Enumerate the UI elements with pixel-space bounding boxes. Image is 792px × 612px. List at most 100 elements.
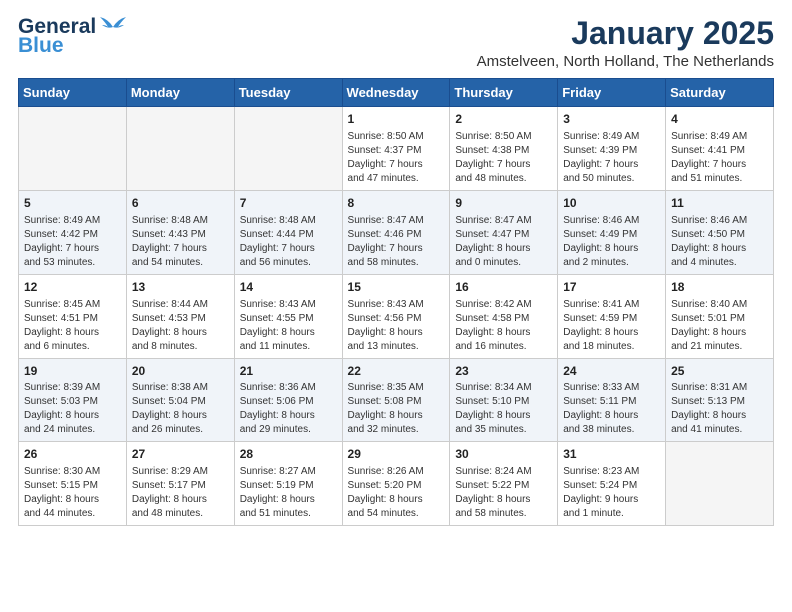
day-number: 14 xyxy=(240,279,337,296)
day-number: 8 xyxy=(348,195,445,212)
day-info: Sunrise: 8:24 AM Sunset: 5:22 PM Dayligh… xyxy=(455,465,552,521)
day-info: Sunrise: 8:43 AM Sunset: 4:55 PM Dayligh… xyxy=(240,298,337,354)
day-number: 11 xyxy=(671,195,768,212)
day-info: Sunrise: 8:49 AM Sunset: 4:42 PM Dayligh… xyxy=(24,214,121,270)
day-number: 27 xyxy=(132,446,229,463)
col-saturday: Saturday xyxy=(666,79,774,107)
col-sunday: Sunday xyxy=(19,79,127,107)
day-info: Sunrise: 8:31 AM Sunset: 5:13 PM Dayligh… xyxy=(671,381,768,437)
calendar-week-row: 1 Sunrise: 8:50 AM Sunset: 4:37 PM Daylig… xyxy=(19,107,774,191)
day-info: Sunrise: 8:29 AM Sunset: 5:17 PM Dayligh… xyxy=(132,465,229,521)
day-number: 13 xyxy=(132,279,229,296)
day-number: 20 xyxy=(132,363,229,380)
day-number: 19 xyxy=(24,363,121,380)
day-info: Sunrise: 8:39 AM Sunset: 5:03 PM Dayligh… xyxy=(24,381,121,437)
table-row: 14 Sunrise: 8:43 AM Sunset: 4:55 PM Dayli… xyxy=(234,274,342,358)
calendar-table: Sunday Monday Tuesday Wednesday Thursday… xyxy=(18,78,774,526)
day-number: 4 xyxy=(671,111,768,128)
main-title: January 2025 xyxy=(477,16,774,51)
table-row: 22Sunrise: 8:35 AM Sunset: 5:08 PM Dayli… xyxy=(342,358,450,442)
day-number: 10 xyxy=(563,195,660,212)
table-row xyxy=(234,107,342,191)
day-number: 16 xyxy=(455,279,552,296)
day-info: Sunrise: 8:49 AM Sunset: 4:41 PM Dayligh… xyxy=(671,130,768,186)
table-row: 12 Sunrise: 8:45 AM Sunset: 4:51 PM Dayli… xyxy=(19,274,127,358)
day-info: Sunrise: 8:40 AM Sunset: 5:01 PM Dayligh… xyxy=(671,298,768,354)
day-number: 24 xyxy=(563,363,660,380)
table-row: 29 Sunrise: 8:26 AM Sunset: 5:20 PM Dayli… xyxy=(342,442,450,526)
day-info: Sunrise: 8:48 AM Sunset: 4:43 PM Dayligh… xyxy=(132,214,229,270)
day-info: Sunrise: 8:44 AM Sunset: 4:53 PM Dayligh… xyxy=(132,298,229,354)
logo-blue: Blue xyxy=(18,35,96,56)
header: General Blue January 2025 Amstelveen, No… xyxy=(18,16,774,70)
day-number: 1 xyxy=(348,111,445,128)
table-row: 21Sunrise: 8:36 AM Sunset: 5:06 PM Dayli… xyxy=(234,358,342,442)
table-row: 16 Sunrise: 8:42 AM Sunset: 4:58 PM Dayli… xyxy=(450,274,558,358)
table-row: 2 Sunrise: 8:50 AM Sunset: 4:38 PM Daylig… xyxy=(450,107,558,191)
logo-bird-icon xyxy=(98,15,128,39)
day-info: Sunrise: 8:50 AM Sunset: 4:37 PM Dayligh… xyxy=(348,130,445,186)
table-row xyxy=(19,107,127,191)
calendar-week-row: 5 Sunrise: 8:49 AM Sunset: 4:42 PM Daylig… xyxy=(19,190,774,274)
day-number: 25 xyxy=(671,363,768,380)
day-info: Sunrise: 8:47 AM Sunset: 4:46 PM Dayligh… xyxy=(348,214,445,270)
table-row: 31Sunrise: 8:23 AM Sunset: 5:24 PM Dayli… xyxy=(558,442,666,526)
table-row: 5 Sunrise: 8:49 AM Sunset: 4:42 PM Daylig… xyxy=(19,190,127,274)
table-row: 10Sunrise: 8:46 AM Sunset: 4:49 PM Dayli… xyxy=(558,190,666,274)
calendar-week-row: 12 Sunrise: 8:45 AM Sunset: 4:51 PM Dayli… xyxy=(19,274,774,358)
table-row: 11 Sunrise: 8:46 AM Sunset: 4:50 PM Dayli… xyxy=(666,190,774,274)
day-number: 30 xyxy=(455,446,552,463)
table-row: 1 Sunrise: 8:50 AM Sunset: 4:37 PM Daylig… xyxy=(342,107,450,191)
table-row: 26 Sunrise: 8:30 AM Sunset: 5:15 PM Dayli… xyxy=(19,442,127,526)
table-row: 15Sunrise: 8:43 AM Sunset: 4:56 PM Dayli… xyxy=(342,274,450,358)
table-row xyxy=(666,442,774,526)
day-number: 9 xyxy=(455,195,552,212)
day-number: 5 xyxy=(24,195,121,212)
table-row: 3Sunrise: 8:49 AM Sunset: 4:39 PM Daylig… xyxy=(558,107,666,191)
col-wednesday: Wednesday xyxy=(342,79,450,107)
day-info: Sunrise: 8:45 AM Sunset: 4:51 PM Dayligh… xyxy=(24,298,121,354)
day-info: Sunrise: 8:33 AM Sunset: 5:11 PM Dayligh… xyxy=(563,381,660,437)
table-row: 19Sunrise: 8:39 AM Sunset: 5:03 PM Dayli… xyxy=(19,358,127,442)
calendar-header-row: Sunday Monday Tuesday Wednesday Thursday… xyxy=(19,79,774,107)
col-thursday: Thursday xyxy=(450,79,558,107)
table-row: 23Sunrise: 8:34 AM Sunset: 5:10 PM Dayli… xyxy=(450,358,558,442)
day-number: 26 xyxy=(24,446,121,463)
table-row: 24Sunrise: 8:33 AM Sunset: 5:11 PM Dayli… xyxy=(558,358,666,442)
table-row: 20Sunrise: 8:38 AM Sunset: 5:04 PM Dayli… xyxy=(126,358,234,442)
table-row: 27 Sunrise: 8:29 AM Sunset: 5:17 PM Dayli… xyxy=(126,442,234,526)
table-row: 17Sunrise: 8:41 AM Sunset: 4:59 PM Dayli… xyxy=(558,274,666,358)
day-info: Sunrise: 8:30 AM Sunset: 5:15 PM Dayligh… xyxy=(24,465,121,521)
day-info: Sunrise: 8:43 AM Sunset: 4:56 PM Dayligh… xyxy=(348,298,445,354)
day-info: Sunrise: 8:42 AM Sunset: 4:58 PM Dayligh… xyxy=(455,298,552,354)
table-row: 25Sunrise: 8:31 AM Sunset: 5:13 PM Dayli… xyxy=(666,358,774,442)
day-number: 31 xyxy=(563,446,660,463)
day-number: 21 xyxy=(240,363,337,380)
day-info: Sunrise: 8:48 AM Sunset: 4:44 PM Dayligh… xyxy=(240,214,337,270)
table-row xyxy=(126,107,234,191)
day-number: 28 xyxy=(240,446,337,463)
day-number: 7 xyxy=(240,195,337,212)
title-block: January 2025 Amstelveen, North Holland, … xyxy=(477,16,774,70)
day-info: Sunrise: 8:38 AM Sunset: 5:04 PM Dayligh… xyxy=(132,381,229,437)
table-row: 28 Sunrise: 8:27 AM Sunset: 5:19 PM Dayli… xyxy=(234,442,342,526)
day-number: 22 xyxy=(348,363,445,380)
table-row: 9Sunrise: 8:47 AM Sunset: 4:47 PM Daylig… xyxy=(450,190,558,274)
table-row: 18 Sunrise: 8:40 AM Sunset: 5:01 PM Dayli… xyxy=(666,274,774,358)
table-row: 30 Sunrise: 8:24 AM Sunset: 5:22 PM Dayli… xyxy=(450,442,558,526)
day-info: Sunrise: 8:46 AM Sunset: 4:50 PM Dayligh… xyxy=(671,214,768,270)
day-info: Sunrise: 8:35 AM Sunset: 5:08 PM Dayligh… xyxy=(348,381,445,437)
day-info: Sunrise: 8:27 AM Sunset: 5:19 PM Dayligh… xyxy=(240,465,337,521)
day-info: Sunrise: 8:50 AM Sunset: 4:38 PM Dayligh… xyxy=(455,130,552,186)
day-number: 3 xyxy=(563,111,660,128)
day-number: 2 xyxy=(455,111,552,128)
subtitle: Amstelveen, North Holland, The Netherlan… xyxy=(477,53,774,70)
table-row: 7 Sunrise: 8:48 AM Sunset: 4:44 PM Daylig… xyxy=(234,190,342,274)
table-row: 4 Sunrise: 8:49 AM Sunset: 4:41 PM Daylig… xyxy=(666,107,774,191)
calendar-week-row: 19Sunrise: 8:39 AM Sunset: 5:03 PM Dayli… xyxy=(19,358,774,442)
day-info: Sunrise: 8:26 AM Sunset: 5:20 PM Dayligh… xyxy=(348,465,445,521)
day-number: 29 xyxy=(348,446,445,463)
day-info: Sunrise: 8:34 AM Sunset: 5:10 PM Dayligh… xyxy=(455,381,552,437)
day-number: 12 xyxy=(24,279,121,296)
day-number: 18 xyxy=(671,279,768,296)
